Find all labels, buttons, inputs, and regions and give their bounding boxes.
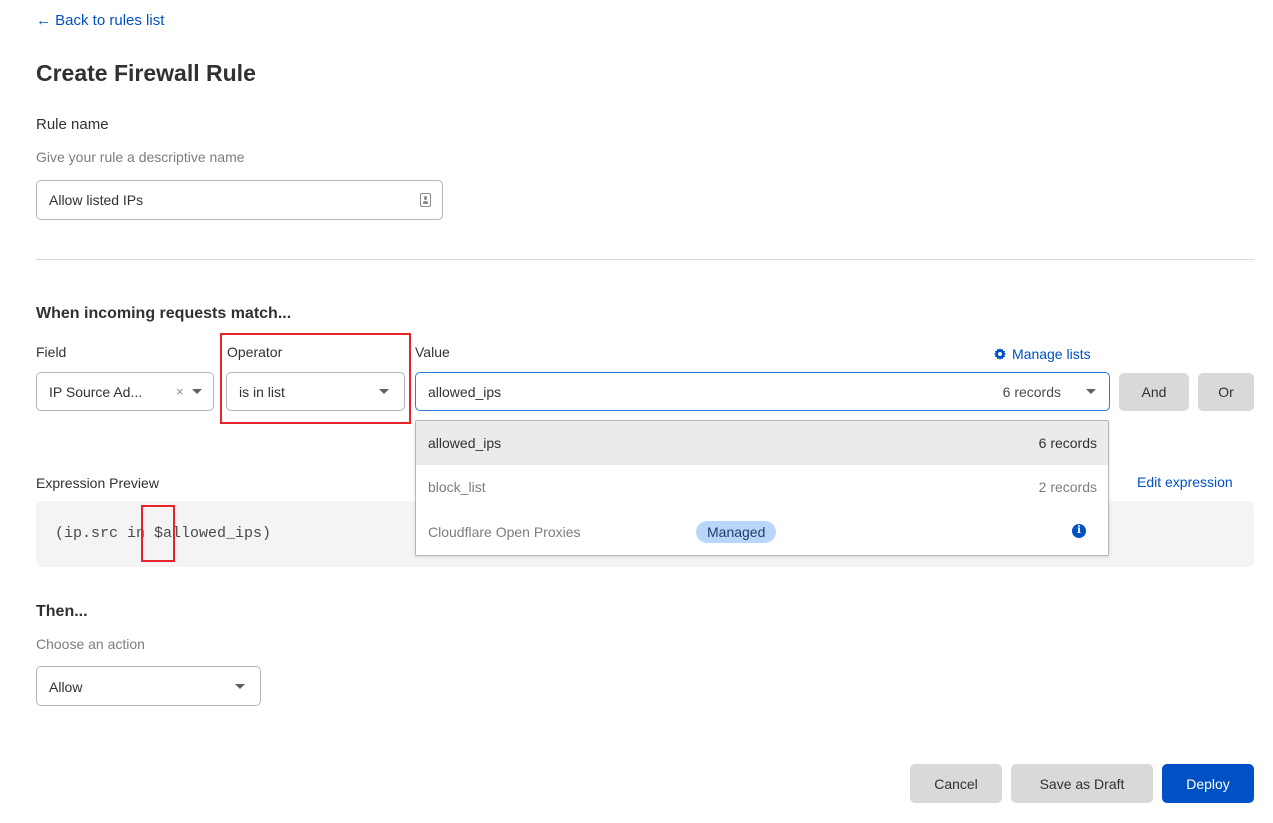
edit-expression-link[interactable]: Edit expression [1137,473,1233,491]
field-select-value: IP Source Ad... [49,384,143,400]
expression-text: (ip.src in $allowed_ips) [55,524,271,544]
option-name: allowed_ips [428,435,502,451]
value-select-value: allowed_ips [428,384,502,400]
info-icon[interactable]: i [1072,524,1086,538]
chevron-down-icon [192,389,202,394]
save-as-draft-button[interactable]: Save as Draft [1011,764,1153,803]
chevron-down-icon [235,684,245,689]
expression-value: $allowed_ips) [145,525,272,542]
rule-name-description: Give your rule a descriptive name [36,149,245,165]
value-dropdown-menu: allowed_ips 6 records block_list 2 recor… [415,420,1109,556]
expression-preview-label: Expression Preview [36,475,159,491]
dropdown-option-allowed-ips[interactable]: allowed_ips 6 records [416,421,1108,465]
gear-icon [994,348,1006,360]
match-section-title: When incoming requests match... [36,305,292,322]
option-records: 2 records [1038,479,1097,495]
contact-card-icon [420,193,431,207]
rule-name-label: Rule name [36,116,109,133]
field-select[interactable]: IP Source Ad... × [36,372,214,411]
cancel-button[interactable]: Cancel [910,764,1002,803]
manage-lists-link[interactable]: Manage lists [994,345,1091,363]
and-button[interactable]: And [1119,373,1189,411]
option-name: Cloudflare Open Proxies [428,524,581,540]
option-name: block_list [428,479,486,495]
expression-field: (ip.src [55,525,128,542]
page-title: Create Firewall Rule [36,60,256,86]
value-select[interactable]: allowed_ips 6 records [415,372,1110,411]
action-select[interactable]: Allow [36,666,261,706]
option-records: 6 records [1038,435,1097,451]
dropdown-option-cloudflare-open-proxies[interactable]: Cloudflare Open Proxies Managed i [416,510,1108,554]
action-description: Choose an action [36,636,145,652]
back-to-rules-link[interactable]: ← Back to rules list [36,11,164,31]
operator-label: Operator [227,344,283,360]
deploy-button[interactable]: Deploy [1162,764,1254,803]
chevron-down-icon [1086,389,1096,394]
or-button[interactable]: Or [1198,373,1254,411]
rule-name-field[interactable] [36,180,443,220]
operator-select-value: is in list [239,384,285,400]
expression-operator: in [127,525,146,542]
managed-badge: Managed [696,521,777,543]
dropdown-option-block-list[interactable]: block_list 2 records [416,465,1108,509]
value-record-count: 6 records [1002,384,1061,400]
value-label: Value [415,344,450,360]
action-select-value: Allow [49,679,83,695]
clear-field-icon[interactable]: × [176,383,184,401]
rule-name-input[interactable] [49,181,409,219]
operator-select[interactable]: is in list [226,372,405,411]
field-label: Field [36,344,67,360]
action-section-title: Then... [36,603,88,620]
manage-lists-label: Manage lists [1012,346,1091,362]
section-divider [36,259,1254,260]
chevron-down-icon [379,389,389,394]
